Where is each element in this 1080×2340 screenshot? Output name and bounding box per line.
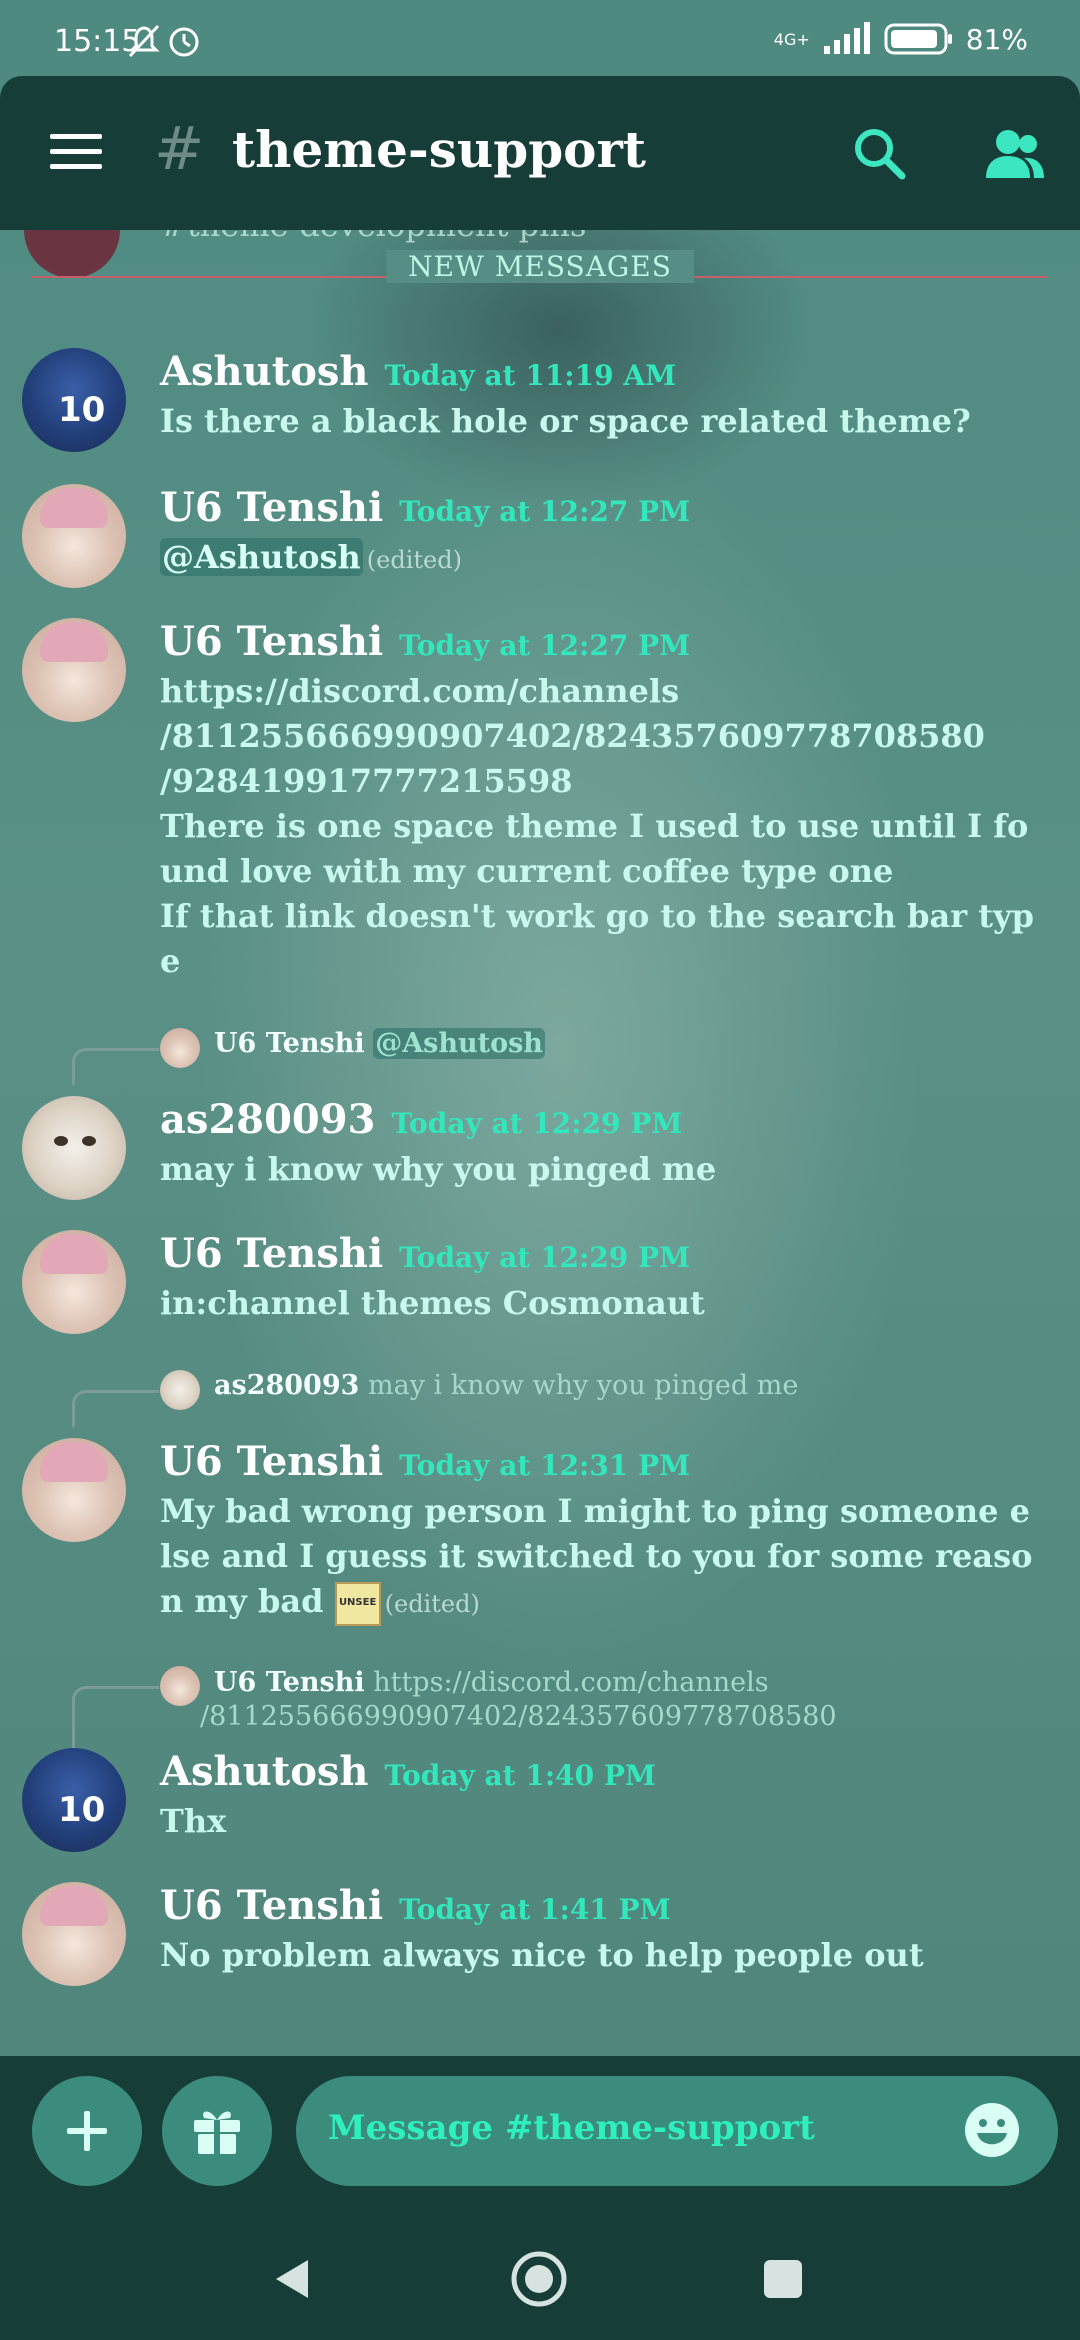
reply-content: @Ashutosh	[373, 1028, 545, 1059]
gift-button[interactable]	[162, 2076, 272, 2186]
status-notification-icons	[126, 22, 206, 66]
reply-preview[interactable]: as280093 may i know why you pinged me	[0, 1368, 1080, 1427]
message-text: https://discord.com/channels /8112556669…	[160, 669, 1040, 984]
message-link[interactable]: /928419917777215598	[160, 759, 1040, 804]
channel-title: theme-support	[232, 120, 646, 179]
attach-button[interactable]	[32, 2076, 142, 2186]
reply-content: may i know why you pinged me	[368, 1370, 799, 1401]
status-bar: 15:15 4G+ 81%	[0, 0, 1080, 76]
back-icon[interactable]	[272, 2256, 312, 2302]
message-author[interactable]: U6 Tenshi	[160, 484, 383, 531]
battery-icon	[884, 23, 952, 55]
message-timestamp: Today at 12:29 PM	[391, 1107, 683, 1140]
signal-icon	[823, 22, 870, 54]
message-text: No problem always nice to help people ou…	[160, 1933, 1040, 1978]
message-link[interactable]: /811255666990907402/824357609778708580	[160, 714, 1040, 759]
members-icon[interactable]	[984, 126, 1046, 182]
avatar	[24, 230, 120, 278]
message-list[interactable]: #theme-development pins NEW MESSAGES 10 …	[0, 230, 1080, 2056]
menu-icon[interactable]	[50, 132, 102, 172]
message-line: If that link doesn't work go to the sear…	[160, 897, 1034, 980]
network-label: 4G+	[773, 29, 810, 49]
message-line: My bad wrong person I might to ping some…	[160, 1492, 1033, 1620]
message-author[interactable]: U6 Tenshi	[160, 1882, 383, 1929]
user-mention[interactable]: @Ashutosh	[160, 538, 363, 576]
message-line: There is one space theme I used to use u…	[160, 807, 1029, 890]
bell-off-icon	[128, 24, 199, 58]
message-line: Is there a black hole or space related t…	[160, 402, 971, 440]
battery-percent: 81%	[965, 22, 1028, 56]
message-author[interactable]: U6 Tenshi	[160, 1230, 383, 1277]
message-timestamp: Today at 12:27 PM	[399, 495, 691, 528]
message-timestamp: Today at 1:41 PM	[399, 1893, 671, 1926]
reply-avatar	[160, 1666, 200, 1706]
reply-preview[interactable]: U6 Tenshi @Ashutosh	[0, 1026, 1080, 1085]
message-timestamp: Today at 1:40 PM	[384, 1759, 656, 1792]
recents-icon[interactable]	[762, 2258, 804, 2300]
message-line: in:channel themes Cosmonaut	[160, 1284, 705, 1322]
message-text: @Ashutosh (edited)	[160, 535, 1040, 583]
reply-avatar	[160, 1370, 200, 1410]
reply-avatar	[160, 1028, 200, 1068]
avatar[interactable]: 10	[22, 1748, 126, 1852]
message-timestamp: Today at 12:29 PM	[399, 1241, 691, 1274]
message-author[interactable]: U6 Tenshi	[160, 618, 383, 665]
message-timestamp: Today at 11:19 AM	[384, 359, 677, 392]
system-nav-bar	[0, 2216, 1080, 2340]
message-text: Thx	[160, 1799, 1040, 1844]
home-icon[interactable]	[510, 2250, 568, 2308]
message-text: may i know why you pinged me	[160, 1147, 1040, 1192]
avatar[interactable]	[22, 1882, 126, 1986]
channel-header: # theme-support	[0, 76, 1080, 230]
partial-message: #theme-development pins	[160, 230, 586, 244]
message-author[interactable]: Ashutosh	[160, 348, 368, 395]
edited-label: (edited)	[366, 546, 462, 574]
message-line: Thx	[160, 1802, 227, 1840]
edited-label: (edited)	[384, 1590, 480, 1618]
status-right: 4G+ 81%	[774, 22, 1028, 56]
message-input[interactable]: Message #theme-support	[296, 2076, 1058, 2186]
avatar[interactable]: 10	[22, 348, 126, 452]
message-text: My bad wrong person I might to ping some…	[160, 1489, 1040, 1627]
search-icon[interactable]	[852, 126, 908, 182]
avatar[interactable]	[22, 618, 126, 722]
avatar[interactable]	[22, 1230, 126, 1334]
avatar[interactable]	[22, 1438, 126, 1542]
message-author[interactable]: as280093	[160, 1096, 375, 1143]
reply-preview[interactable]: U6 Tenshi https://discord.com/channels /…	[0, 1664, 1080, 1749]
message-composer: Message #theme-support	[0, 2056, 1080, 2216]
message-author[interactable]: Ashutosh	[160, 1748, 368, 1795]
reply-author: U6 Tenshi	[214, 1028, 365, 1059]
channel-hash-icon: #	[154, 114, 205, 184]
custom-emoji[interactable]: UNSEE	[334, 1581, 381, 1626]
message-line: may i know why you pinged me	[160, 1150, 717, 1188]
message-text: Is there a black hole or space related t…	[160, 399, 1040, 444]
message-author[interactable]: U6 Tenshi	[160, 1438, 383, 1485]
message-input-placeholder: Message #theme-support	[328, 2108, 815, 2148]
reply-author: U6 Tenshi	[214, 1667, 365, 1698]
reply-author: as280093	[214, 1370, 360, 1401]
avatar[interactable]	[22, 1096, 126, 1200]
avatar[interactable]	[22, 484, 126, 588]
message-timestamp: Today at 12:31 PM	[399, 1449, 691, 1482]
plus-icon	[67, 2111, 107, 2151]
new-messages-label: NEW MESSAGES	[386, 250, 694, 283]
emoji-icon[interactable]	[962, 2100, 1022, 2160]
gift-icon	[194, 2111, 240, 2154]
message-line: No problem always nice to help people ou…	[160, 1936, 924, 1974]
message-text: in:channel themes Cosmonaut	[160, 1281, 1040, 1326]
message-link[interactable]: https://discord.com/channels	[160, 669, 1040, 714]
message-timestamp: Today at 12:27 PM	[399, 629, 691, 662]
